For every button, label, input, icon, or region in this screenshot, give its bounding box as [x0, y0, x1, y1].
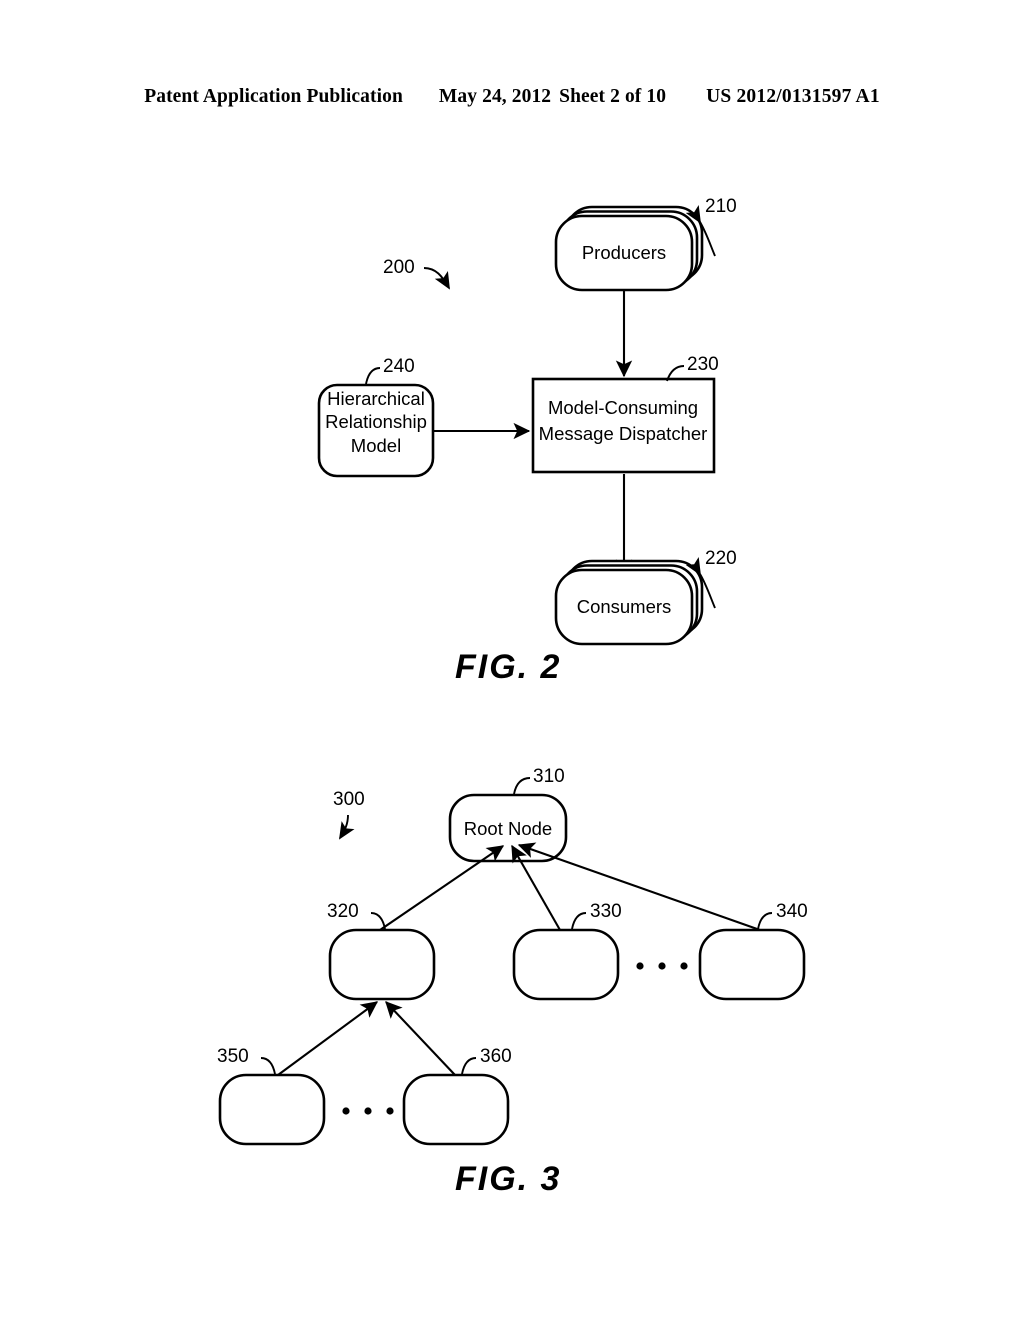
figure-3-diagram: 300 Root Node 310 320 330 340 350 360 [217, 766, 808, 1146]
figure-2-caption: FIG. 2 [455, 648, 562, 686]
fig3-ref-320-leader [370, 912, 386, 930]
ellipsis-dot [386, 1107, 394, 1115]
fig2-node-hierarchical-model: Hierarchical Relationship Model 240 [317, 356, 435, 478]
fig3-node-root: Root Node 310 [448, 766, 568, 863]
ellipsis-dot [658, 962, 666, 970]
fig3-node-340: 340 [698, 901, 808, 1001]
ellipsis-dot [364, 1107, 372, 1115]
fig2-ref-240-label: 240 [383, 356, 415, 377]
node-330-box [512, 928, 620, 1001]
fig3-ref-330-label: 330 [590, 901, 622, 922]
fig3-arrow-360-to-320 [385, 1001, 456, 1076]
node-360-box [402, 1073, 510, 1146]
node-350-box [218, 1073, 326, 1146]
fig2-ref-200-label: 200 [383, 257, 415, 278]
fig2-ref-210: 210 [685, 196, 737, 257]
hierarchical-model-label-line-3: Model [351, 435, 401, 456]
dispatcher-label-line-1: Model-Consuming [548, 397, 698, 418]
fig3-ref-350-label: 350 [217, 1046, 249, 1067]
fig3-ellipsis-mid-row [636, 962, 688, 970]
dispatcher-label-line-2: Message Dispatcher [539, 423, 708, 444]
fig3-arrow-350-to-320 [277, 1001, 379, 1076]
fig3-arrow-340-to-root [517, 842, 761, 931]
figure-3-caption: FIG. 3 [455, 1160, 562, 1198]
fig2-node-consumers: Consumers 220 [554, 548, 737, 646]
producers-node-label: Producers [582, 242, 666, 263]
fig3-ref-300-label: 300 [333, 789, 365, 810]
fig3-ref-350: 350 [217, 1046, 276, 1075]
fig3-node-320: 320 [327, 901, 436, 1001]
fig2-ref-210-label: 210 [705, 196, 737, 217]
ellipsis-dot [680, 962, 688, 970]
fig2-ref-240-leader [365, 367, 381, 385]
fig3-ref-300-leader [338, 814, 355, 840]
fig2-node-producers: Producers 210 [554, 196, 737, 292]
fig3-ref-360-leader [461, 1057, 477, 1075]
fig3-node-350: 350 [217, 1046, 326, 1146]
fig2-ref-200-leader [423, 267, 450, 290]
fig3-ref-320: 320 [327, 901, 386, 930]
fig3-ref-320-label: 320 [327, 901, 359, 922]
ellipsis-dot [342, 1107, 350, 1115]
consumers-node-label: Consumers [577, 596, 672, 617]
fig3-ref-350-leader [260, 1057, 276, 1075]
fig2-system-reference: 200 [383, 257, 450, 290]
hierarchical-model-label-line-1: Hierarchical [327, 388, 425, 409]
fig3-arrow-320-to-root [379, 845, 505, 931]
fig2-ref-220-label: 220 [705, 548, 737, 569]
fig2-ref-230: 230 [666, 354, 719, 382]
fig3-ref-310-leader [513, 777, 531, 795]
fig2-ref-220: 220 [685, 548, 737, 609]
fig3-ref-330-leader [571, 912, 587, 930]
fig3-system-reference: 300 [333, 789, 365, 840]
fig3-ref-330: 330 [571, 901, 622, 930]
fig2-ref-230-label: 230 [687, 354, 719, 375]
fig3-node-360: 360 [402, 1046, 512, 1146]
fig3-ref-310-label: 310 [533, 766, 565, 787]
fig3-ref-360-label: 360 [480, 1046, 512, 1067]
fig3-ref-340-leader [757, 912, 773, 930]
figure-2-diagram: 200 Producers 210 Model-Consuming Messag… [317, 196, 737, 646]
fig3-ref-310: 310 [513, 766, 565, 795]
ellipsis-dot [636, 962, 644, 970]
fig2-ref-240: 240 [365, 356, 415, 385]
fig2-node-dispatcher: Model-Consuming Message Dispatcher 230 [531, 354, 719, 474]
fig3-ref-360: 360 [461, 1046, 512, 1075]
root-node-label: Root Node [464, 818, 552, 839]
node-340-box [698, 928, 806, 1001]
fig3-ref-340-label: 340 [776, 901, 808, 922]
fig3-ref-340: 340 [757, 901, 808, 930]
fig3-node-330: 330 [512, 901, 622, 1001]
fig3-ellipsis-bottom-row [342, 1107, 394, 1115]
node-320-box [328, 928, 436, 1001]
hierarchical-model-label-line-2: Relationship [325, 411, 427, 432]
patent-drawing-page: Patent Application Publication May 24, 2… [0, 0, 1024, 1320]
